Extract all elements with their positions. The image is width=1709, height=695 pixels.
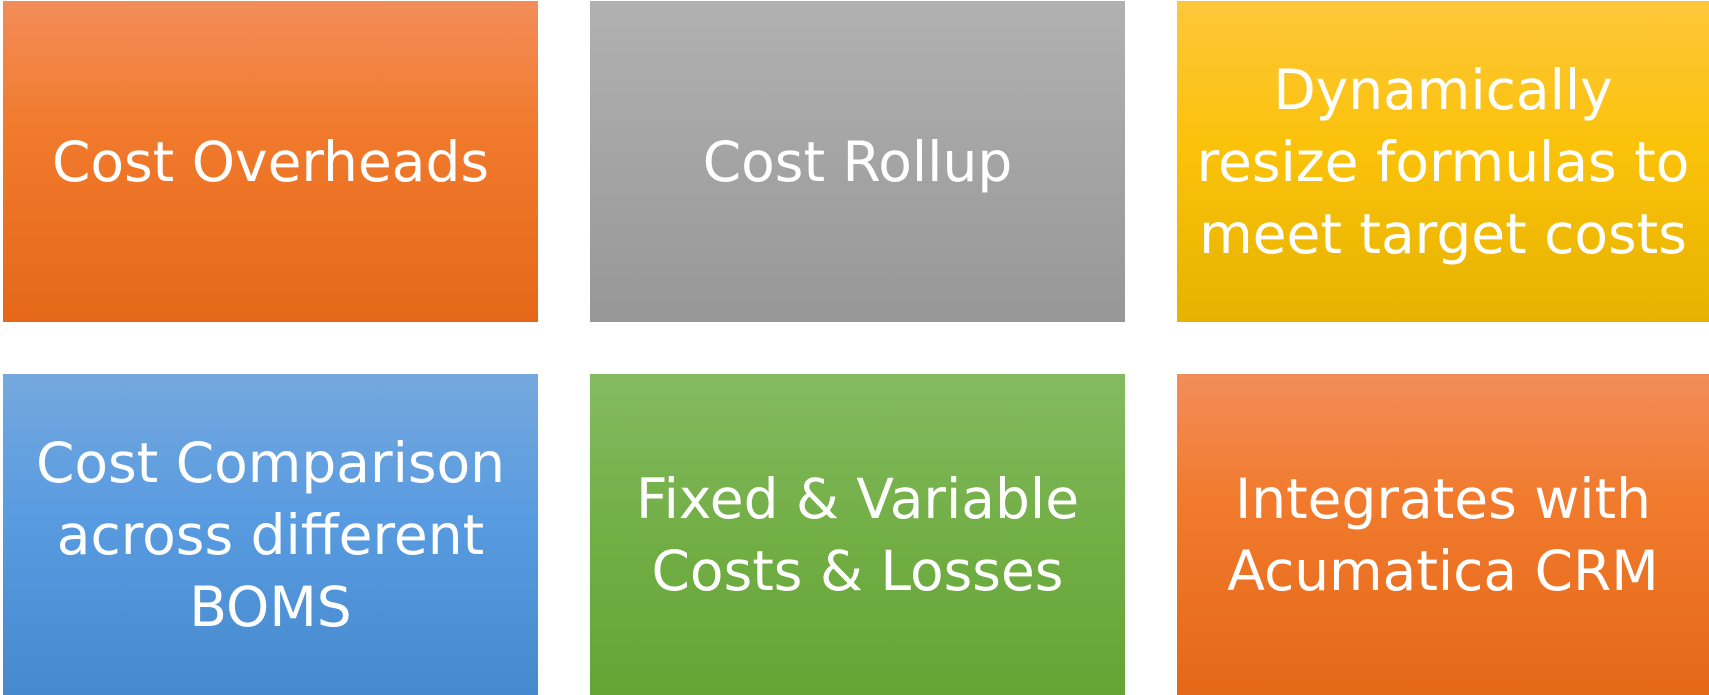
tile-label-line: resize formulas to xyxy=(1196,129,1690,194)
tile-label: Cost Overheads xyxy=(52,126,489,198)
tile-label: Fixed & Variable Costs & Losses xyxy=(636,463,1079,607)
tile-cost-rollup: Cost Rollup xyxy=(590,1,1125,322)
tile-label-line: meet target costs xyxy=(1199,201,1687,266)
tile-dynamic-resize-formulas: Dynamically resize formulas to meet targ… xyxy=(1177,1,1709,322)
tile-label: Cost Comparison across different BOMS xyxy=(36,427,505,643)
tile-acumatica-crm-integration: Integrates with Acumatica CRM xyxy=(1177,374,1709,695)
tile-label: Cost Rollup xyxy=(703,126,1012,198)
tile-label-line: Cost Overheads xyxy=(51,129,490,194)
tile-label: Integrates with Acumatica CRM xyxy=(1227,463,1658,607)
tile-label-line: Dynamically xyxy=(1273,57,1613,122)
tile-label-line: Costs & Losses xyxy=(651,538,1064,603)
tile-label-line: BOMS xyxy=(189,574,352,639)
tile-cost-comparison: Cost Comparison across different BOMS xyxy=(3,374,538,695)
tile-label-line: Acumatica CRM xyxy=(1227,538,1659,603)
tile-label: Dynamically resize formulas to meet targ… xyxy=(1197,54,1690,270)
tile-cost-overheads: Cost Overheads xyxy=(3,1,538,322)
tile-label-line: across different xyxy=(56,502,485,567)
feature-tile-grid: Cost Overheads Cost Rollup Dynamically r… xyxy=(0,0,1709,695)
tile-fixed-variable-costs: Fixed & Variable Costs & Losses xyxy=(590,374,1125,695)
tile-label-line: Cost Comparison xyxy=(35,430,506,495)
tile-label-line: Fixed & Variable xyxy=(635,466,1080,531)
tile-label-line: Integrates with xyxy=(1235,466,1651,531)
tile-label-line: Cost Rollup xyxy=(702,129,1013,194)
